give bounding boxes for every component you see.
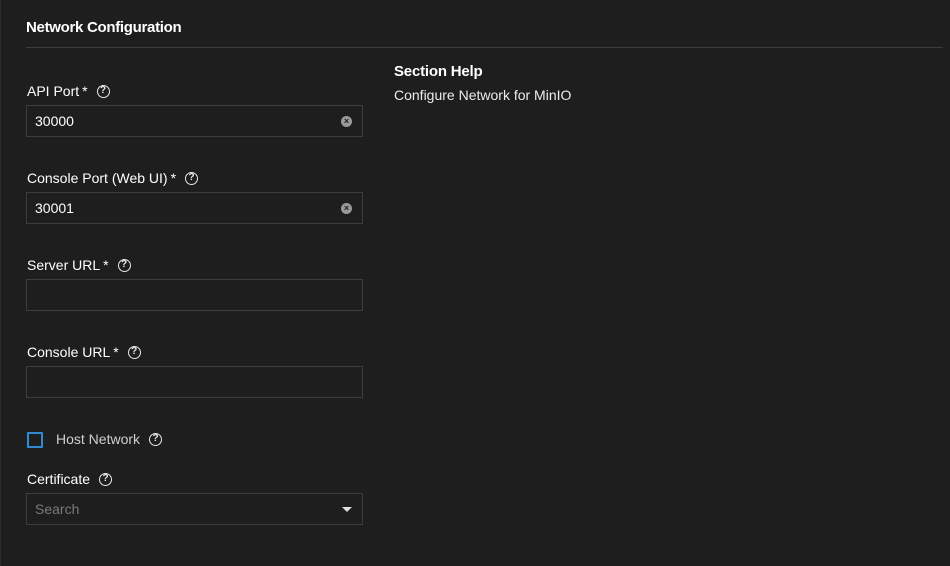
help-icon[interactable]: ? <box>117 258 131 272</box>
api-port-label-text: API Port <box>27 83 80 99</box>
section-divider <box>26 47 943 48</box>
api-port-input[interactable] <box>27 106 335 136</box>
host-network-checkbox[interactable] <box>27 432 43 448</box>
server-url-field <box>26 279 363 311</box>
server-url-input[interactable] <box>27 280 335 310</box>
console-url-input[interactable] <box>27 367 335 397</box>
certificate-label: Certificate ? <box>27 471 113 487</box>
chevron-down-icon[interactable] <box>342 507 352 512</box>
certificate-search-input[interactable] <box>27 494 335 524</box>
certificate-select[interactable] <box>26 493 363 525</box>
api-port-label: API Port * ? <box>27 83 110 99</box>
api-port-field: × <box>26 105 363 137</box>
help-icon[interactable]: ? <box>99 472 113 486</box>
console-port-label: Console Port (Web UI) * ? <box>27 170 199 186</box>
host-network-label-text[interactable]: Host Network <box>56 431 140 447</box>
host-network-label: Host Network ? <box>56 431 163 447</box>
server-url-label: Server URL * ? <box>27 257 131 273</box>
help-icon[interactable]: ? <box>149 432 163 446</box>
section-help-text: Configure Network for MinIO <box>394 87 572 103</box>
console-url-field <box>26 366 363 398</box>
console-port-input[interactable] <box>27 193 335 223</box>
help-icon[interactable]: ? <box>185 171 199 185</box>
required-mark: * <box>113 344 119 360</box>
console-port-field: × <box>26 192 363 224</box>
required-mark: * <box>170 170 177 186</box>
certificate-label-text: Certificate <box>27 471 91 487</box>
clear-icon[interactable]: × <box>341 203 352 214</box>
help-icon[interactable]: ? <box>96 84 110 98</box>
console-url-label: Console URL * ? <box>27 344 141 360</box>
server-url-label-text: Server URL <box>27 257 101 273</box>
help-icon[interactable]: ? <box>127 345 141 359</box>
section-title: Network Configuration <box>26 19 182 36</box>
console-port-label-text: Console Port (Web UI) <box>27 170 168 186</box>
clear-icon[interactable]: × <box>341 116 352 127</box>
left-edge <box>0 0 1 566</box>
section-help-title: Section Help <box>394 63 483 80</box>
console-url-label-text: Console URL <box>27 344 111 360</box>
required-mark: * <box>82 83 88 99</box>
required-mark: * <box>103 257 109 273</box>
